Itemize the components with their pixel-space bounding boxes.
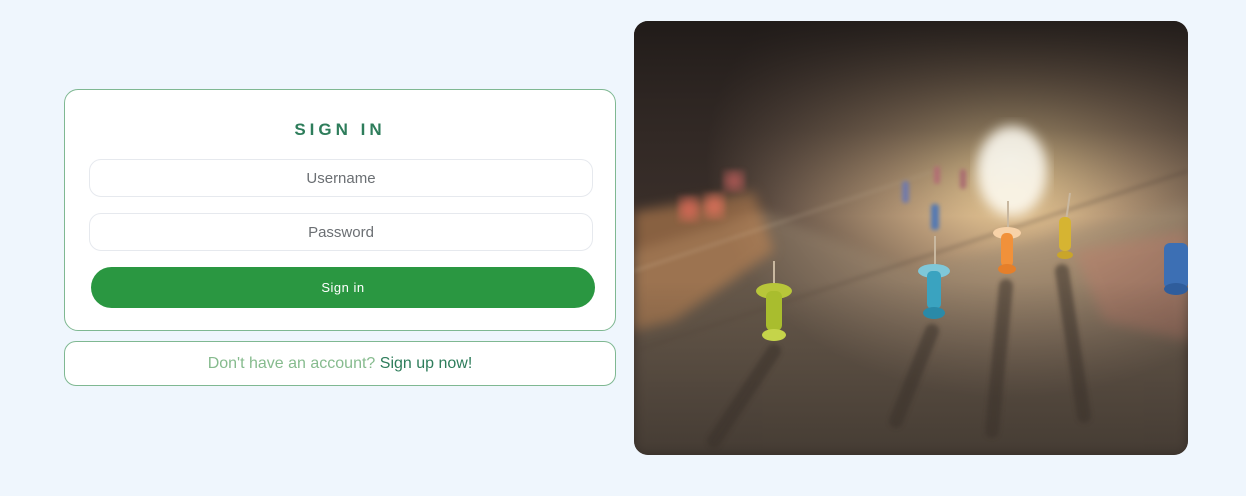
password-input[interactable] bbox=[89, 213, 593, 251]
signup-question: Don't have an account? bbox=[207, 355, 376, 372]
signup-link[interactable]: Sign up now! bbox=[380, 355, 473, 372]
map-pins-illustration bbox=[634, 21, 1188, 455]
username-input[interactable] bbox=[89, 159, 593, 197]
pin-blue-icon bbox=[1164, 243, 1188, 295]
signin-title: SIGN IN bbox=[294, 120, 386, 139]
hero-image bbox=[634, 21, 1188, 455]
signup-card: Don't have an account? Sign up now! bbox=[64, 341, 616, 386]
signin-card: SIGN IN Sign in bbox=[64, 89, 616, 331]
signin-button[interactable]: Sign in bbox=[91, 267, 595, 308]
